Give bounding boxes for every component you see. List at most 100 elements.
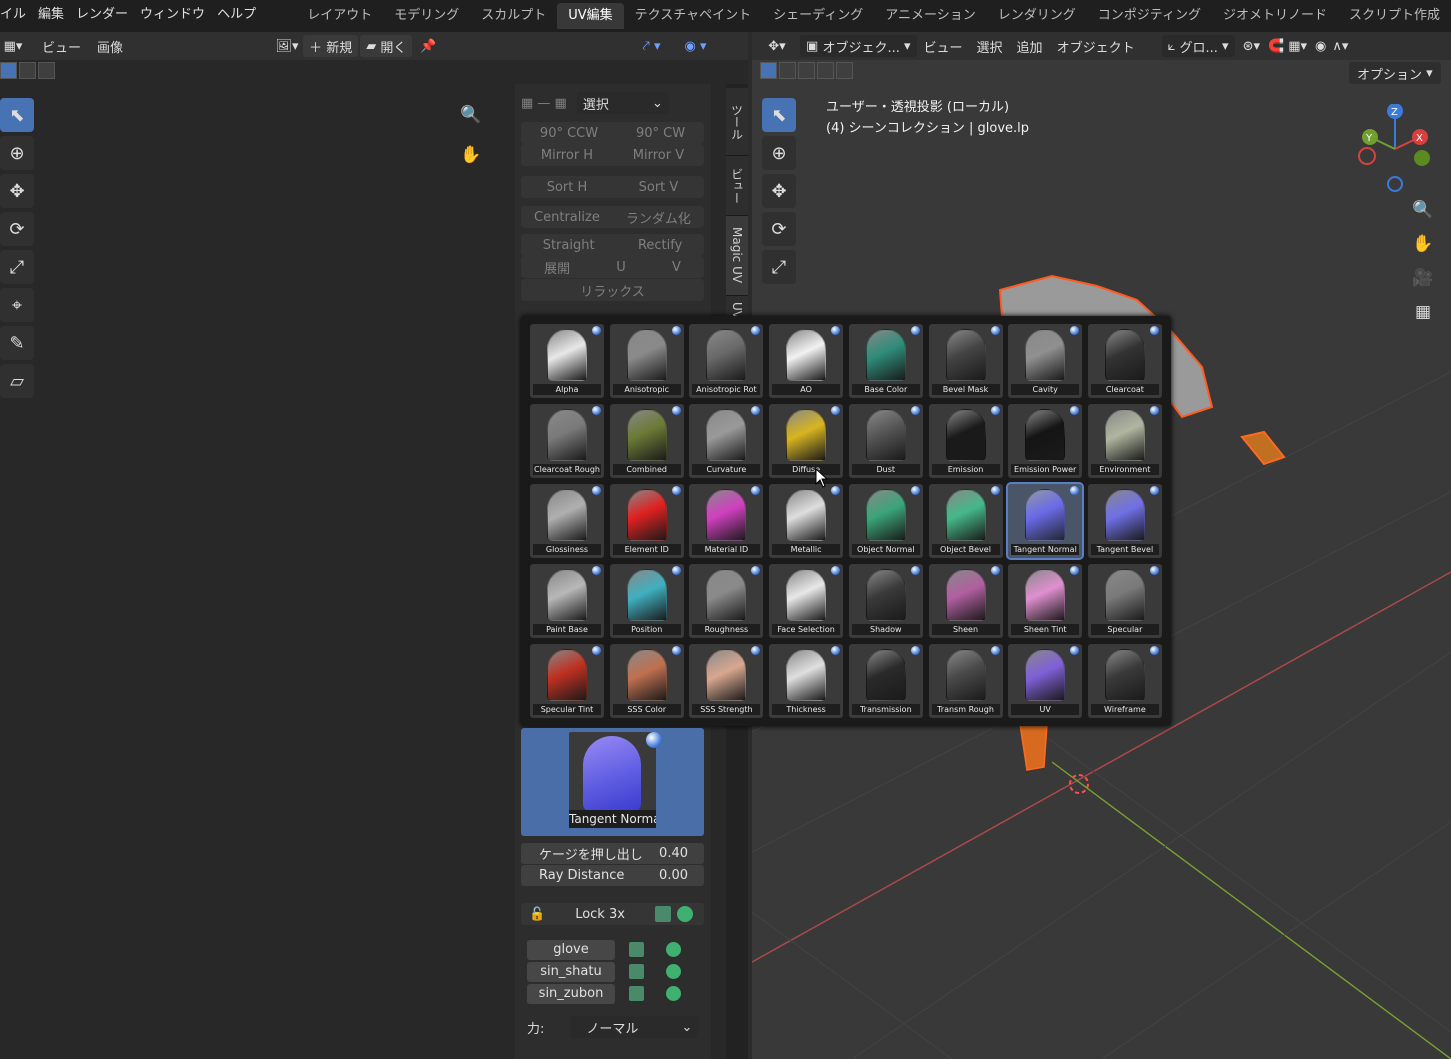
bake-map-option[interactable]: Base Color (848, 324, 923, 398)
camera-icon[interactable]: 🎥 (1408, 263, 1438, 293)
magic-uv-button[interactable]: 90° CCW (540, 126, 598, 141)
sphere-icon[interactable] (666, 986, 681, 1001)
magic-uv-button[interactable]: 90° CW (636, 126, 685, 141)
menu-view[interactable]: ビュー (917, 37, 970, 56)
scale-tool-icon[interactable]: ⤢ (0, 250, 34, 284)
cube-icon[interactable] (629, 964, 644, 979)
bake-map-option[interactable]: Alpha (530, 324, 604, 398)
magic-uv-button[interactable]: Centralize (534, 210, 600, 225)
image-browse-icon[interactable]: 🖼▾ (273, 39, 301, 54)
pivot-icon[interactable]: ⊛▾ (1243, 39, 1260, 54)
bake-map-option[interactable]: Emission Power (1008, 404, 1083, 478)
grab-tool-icon[interactable]: ▱ (0, 364, 34, 398)
select-tool-icon[interactable]: ⬉ (762, 98, 796, 132)
bake-map-option[interactable]: Transm Rough (928, 644, 1003, 718)
bake-map-option[interactable]: Position (609, 564, 684, 638)
tab-workspace[interactable]: モデリング (383, 3, 470, 29)
object-item[interactable]: sin_shatu (527, 962, 615, 982)
pan-hand-icon[interactable]: ✋ (1408, 229, 1438, 259)
tab-workspace[interactable]: スクリプト作成 (1338, 3, 1451, 29)
bake-map-option[interactable]: Material ID (689, 484, 764, 558)
bake-map-option[interactable]: Dust (848, 404, 923, 478)
cage-extrusion-field[interactable]: ケージを押し出し 0.40 (521, 843, 704, 864)
gizmo-neg-y[interactable] (1414, 150, 1430, 166)
bake-map-option[interactable]: Bevel Mask (928, 324, 1003, 398)
zoom-icon[interactable]: 🔍 (1408, 195, 1438, 225)
cube-icon[interactable] (629, 942, 644, 957)
tab-magic-uv[interactable]: Magic UV (726, 216, 748, 296)
editor-type-icon[interactable]: ✥▾ (760, 39, 794, 54)
bake-map-option[interactable]: Roughness (689, 564, 764, 638)
bake-map-option[interactable]: Environment (1087, 404, 1162, 478)
bake-map-option[interactable]: Cavity (1008, 324, 1083, 398)
tab-workspace[interactable]: UV編集 (557, 3, 624, 29)
menu-item[interactable]: レンダー (70, 0, 134, 32)
bake-map-option[interactable]: Specular (1087, 564, 1162, 638)
bake-map-option[interactable]: Emission (928, 404, 1003, 478)
bake-map-option[interactable]: Element ID (609, 484, 684, 558)
magic-uv-button[interactable]: 展開 (544, 258, 570, 277)
bake-map-option[interactable]: Object Bevel (928, 484, 1003, 558)
bake-map-option[interactable]: Specular Tint (530, 644, 604, 718)
open-image-button[interactable]: ▰ 開く (360, 35, 413, 57)
tab-workspace[interactable]: アニメーション (874, 3, 986, 29)
select-mode-subtract[interactable] (38, 62, 55, 79)
magic-uv-button[interactable]: リラックス (580, 281, 645, 300)
bake-map-option[interactable]: Curvature (689, 404, 764, 478)
bake-map-option[interactable]: Metallic (769, 484, 844, 558)
move-tool-icon[interactable]: ✥ (0, 174, 34, 208)
object-item[interactable]: glove (527, 940, 615, 960)
magic-uv-button[interactable]: Sort V (639, 180, 679, 195)
select-mode-invert[interactable] (817, 62, 834, 79)
select-mode-extend[interactable] (779, 62, 796, 79)
sphere-icon[interactable] (676, 906, 693, 922)
pin-icon[interactable]: 📌 (420, 39, 436, 54)
perspective-grid-icon[interactable]: ▦ (1408, 297, 1438, 327)
menu-item[interactable]: ウィンドウ (134, 0, 211, 32)
menu-item[interactable]: ヘルプ (211, 0, 262, 32)
menu-item[interactable]: イル (0, 0, 32, 32)
zoom-icon[interactable]: 🔍 (456, 100, 486, 130)
bake-map-option[interactable]: Sheen Tint (1008, 564, 1083, 638)
tab-workspace[interactable]: コンポジティング (1087, 3, 1212, 29)
sphere-icon[interactable] (666, 964, 681, 979)
tab-workspace[interactable]: シェーディング (762, 3, 874, 29)
transform-orientation-dropdown[interactable]: ⟀ グロ... ▾ (1161, 35, 1235, 57)
ray-distance-field[interactable]: Ray Distance 0.00 (521, 865, 704, 886)
tab-tool[interactable]: ツール (726, 88, 748, 156)
select-mode-extend[interactable] (19, 62, 36, 79)
menu-select[interactable]: 選択 (970, 37, 1010, 56)
bake-map-option[interactable]: Tangent Normal (1006, 482, 1085, 560)
select-mode-subtract[interactable] (798, 62, 815, 79)
navigation-gizmo[interactable]: Z X Y (1350, 104, 1440, 194)
options-dropdown[interactable]: オプション ▾ (1349, 62, 1441, 84)
magic-uv-button[interactable]: ランダム化 (626, 208, 691, 227)
magic-uv-button[interactable]: Mirror H (541, 148, 593, 163)
bake-map-option[interactable]: Clearcoat Rough (530, 404, 604, 478)
bake-map-option[interactable]: Face Selection (769, 564, 844, 638)
cursor-tool-icon[interactable]: ⊕ (0, 136, 34, 170)
menu-view[interactable]: ビュー (34, 37, 89, 56)
magic-uv-button[interactable]: Straight (543, 238, 595, 253)
bake-map-option[interactable]: Paint Base (530, 564, 604, 638)
bake-map-option[interactable]: Wireframe (1087, 644, 1162, 718)
bake-map-option[interactable]: Glossiness (530, 484, 604, 558)
select-tool-icon[interactable]: ⬉ (0, 98, 34, 132)
bake-map-option[interactable]: Clearcoat (1087, 324, 1162, 398)
bake-map-option[interactable]: Shadow (848, 564, 923, 638)
bake-map-option[interactable]: SSS Strength (689, 644, 764, 718)
new-image-button[interactable]: ＋ 新規 (303, 35, 359, 57)
select-mode-new[interactable] (0, 62, 17, 79)
bake-map-option[interactable]: Transmission (848, 644, 923, 718)
gizmo-neg-z[interactable] (1387, 176, 1403, 192)
object-item[interactable]: sin_zubon (527, 984, 615, 1004)
magic-uv-button[interactable]: Rectify (638, 238, 682, 253)
falloff-icon[interactable]: ∧▾ (1332, 39, 1348, 54)
menu-object[interactable]: オブジェクト (1050, 37, 1142, 56)
select-mode-intersect[interactable] (836, 62, 853, 79)
magic-uv-button[interactable]: Mirror V (633, 148, 684, 163)
tab-workspace[interactable]: テクスチャペイント (624, 3, 762, 29)
bake-map-option[interactable]: Diffuse (769, 404, 844, 478)
bake-map-option[interactable]: UV (1008, 644, 1083, 718)
menu-image[interactable]: 画像 (89, 37, 131, 56)
